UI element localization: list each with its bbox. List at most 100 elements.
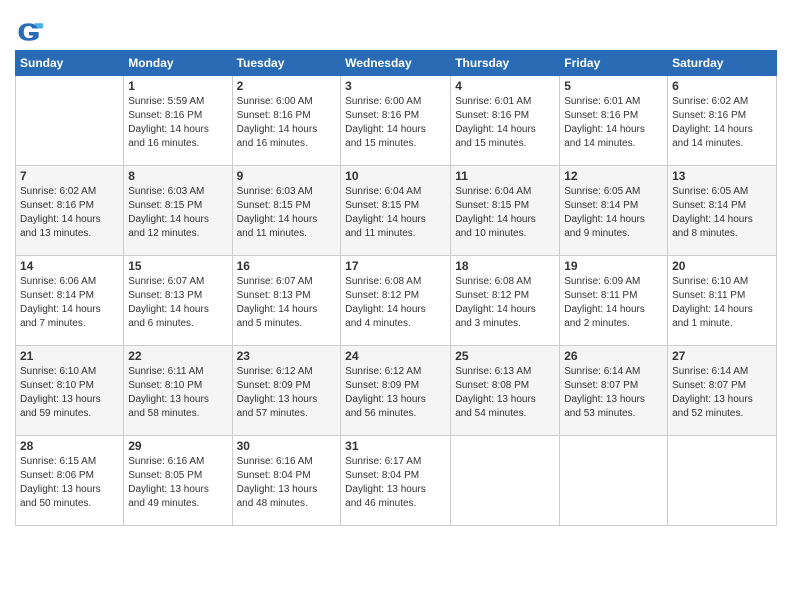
day-number: 15 [128,259,227,273]
calendar-cell: 2 Sunrise: 6:00 AM Sunset: 8:16 PM Daylig… [232,76,341,166]
day-info: Sunrise: 5:59 AM Sunset: 8:16 PM Dayligh… [128,95,227,151]
day-number: 9 [237,169,337,183]
day-number: 2 [237,79,337,93]
calendar-cell [16,76,124,166]
calendar-cell: 22 Sunrise: 6:11 AM Sunset: 8:10 PM Dayli… [124,346,232,436]
calendar-cell: 30 Sunrise: 6:16 AM Sunset: 8:04 PM Dayli… [232,436,341,526]
day-number: 14 [20,259,119,273]
calendar-cell: 20 Sunrise: 6:10 AM Sunset: 8:11 PM Dayli… [668,256,777,346]
calendar-cell [560,436,668,526]
day-number: 27 [672,349,772,363]
day-number: 17 [345,259,446,273]
weekday-header: Wednesday [341,51,451,76]
calendar-cell: 15 Sunrise: 6:07 AM Sunset: 8:13 PM Dayli… [124,256,232,346]
calendar-cell: 1 Sunrise: 5:59 AM Sunset: 8:16 PM Daylig… [124,76,232,166]
day-number: 18 [455,259,555,273]
day-info: Sunrise: 6:06 AM Sunset: 8:14 PM Dayligh… [20,275,119,331]
calendar-table: SundayMondayTuesdayWednesdayThursdayFrid… [15,50,777,526]
day-info: Sunrise: 6:08 AM Sunset: 8:12 PM Dayligh… [345,275,446,331]
calendar-cell: 28Sunrise: 6:15 AM Sunset: 8:06 PM Dayli… [16,436,124,526]
day-info: Sunrise: 6:07 AM Sunset: 8:13 PM Dayligh… [128,275,227,331]
calendar-week-row: 28Sunrise: 6:15 AM Sunset: 8:06 PM Dayli… [16,436,777,526]
day-number: 23 [237,349,337,363]
day-number: 4 [455,79,555,93]
logo-icon [15,18,43,46]
calendar-cell: 12 Sunrise: 6:05 AM Sunset: 8:14 PM Dayli… [560,166,668,256]
calendar-cell: 24 Sunrise: 6:12 AM Sunset: 8:09 PM Dayli… [341,346,451,436]
day-info: Sunrise: 6:04 AM Sunset: 8:15 PM Dayligh… [455,185,555,241]
day-info: Sunrise: 6:00 AM Sunset: 8:16 PM Dayligh… [345,95,446,151]
day-number: 5 [564,79,663,93]
page-header [15,10,777,46]
day-info: Sunrise: 6:14 AM Sunset: 8:07 PM Dayligh… [672,365,772,421]
day-number: 7 [20,169,119,183]
calendar-cell: 4 Sunrise: 6:01 AM Sunset: 8:16 PM Daylig… [451,76,560,166]
day-number: 1 [128,79,227,93]
calendar-cell: 16 Sunrise: 6:07 AM Sunset: 8:13 PM Dayli… [232,256,341,346]
calendar-week-row: 7 Sunrise: 6:02 AM Sunset: 8:16 PM Daylig… [16,166,777,256]
day-number: 25 [455,349,555,363]
calendar-week-row: 14 Sunrise: 6:06 AM Sunset: 8:14 PM Dayli… [16,256,777,346]
day-info: Sunrise: 6:13 AM Sunset: 8:08 PM Dayligh… [455,365,555,421]
calendar-cell [451,436,560,526]
day-info: Sunrise: 6:12 AM Sunset: 8:09 PM Dayligh… [345,365,446,421]
day-info: Sunrise: 6:04 AM Sunset: 8:15 PM Dayligh… [345,185,446,241]
day-number: 31 [345,439,446,453]
calendar-cell: 7 Sunrise: 6:02 AM Sunset: 8:16 PM Daylig… [16,166,124,256]
day-number: 29 [128,439,227,453]
day-info: Sunrise: 6:00 AM Sunset: 8:16 PM Dayligh… [237,95,337,151]
day-info: Sunrise: 6:16 AM Sunset: 8:04 PM Dayligh… [237,455,337,511]
calendar-cell: 14 Sunrise: 6:06 AM Sunset: 8:14 PM Dayli… [16,256,124,346]
calendar-cell: 25 Sunrise: 6:13 AM Sunset: 8:08 PM Dayli… [451,346,560,436]
day-number: 6 [672,79,772,93]
day-number: 26 [564,349,663,363]
day-number: 13 [672,169,772,183]
calendar-cell: 31 Sunrise: 6:17 AM Sunset: 8:04 PM Dayli… [341,436,451,526]
day-info: Sunrise: 6:15 AM Sunset: 8:06 PM Dayligh… [20,455,119,511]
calendar-cell: 9 Sunrise: 6:03 AM Sunset: 8:15 PM Daylig… [232,166,341,256]
day-info: Sunrise: 6:16 AM Sunset: 8:05 PM Dayligh… [128,455,227,511]
day-number: 24 [345,349,446,363]
day-info: Sunrise: 6:10 AM Sunset: 8:10 PM Dayligh… [20,365,119,421]
day-info: Sunrise: 6:07 AM Sunset: 8:13 PM Dayligh… [237,275,337,331]
day-number: 12 [564,169,663,183]
calendar-cell: 13 Sunrise: 6:05 AM Sunset: 8:14 PM Dayli… [668,166,777,256]
day-info: Sunrise: 6:05 AM Sunset: 8:14 PM Dayligh… [564,185,663,241]
calendar-cell: 6 Sunrise: 6:02 AM Sunset: 8:16 PM Daylig… [668,76,777,166]
day-number: 30 [237,439,337,453]
day-number: 22 [128,349,227,363]
weekday-header: Sunday [16,51,124,76]
day-info: Sunrise: 6:11 AM Sunset: 8:10 PM Dayligh… [128,365,227,421]
day-info: Sunrise: 6:01 AM Sunset: 8:16 PM Dayligh… [455,95,555,151]
day-number: 19 [564,259,663,273]
weekday-header: Monday [124,51,232,76]
calendar-cell: 11 Sunrise: 6:04 AM Sunset: 8:15 PM Dayli… [451,166,560,256]
calendar-header-row: SundayMondayTuesdayWednesdayThursdayFrid… [16,51,777,76]
day-info: Sunrise: 6:14 AM Sunset: 8:07 PM Dayligh… [564,365,663,421]
day-info: Sunrise: 6:02 AM Sunset: 8:16 PM Dayligh… [672,95,772,151]
calendar-cell: 3 Sunrise: 6:00 AM Sunset: 8:16 PM Daylig… [341,76,451,166]
weekday-header: Friday [560,51,668,76]
logo [15,18,47,46]
day-info: Sunrise: 6:09 AM Sunset: 8:11 PM Dayligh… [564,275,663,331]
day-number: 3 [345,79,446,93]
calendar-cell: 5 Sunrise: 6:01 AM Sunset: 8:16 PM Daylig… [560,76,668,166]
day-number: 10 [345,169,446,183]
calendar-cell: 23Sunrise: 6:12 AM Sunset: 8:09 PM Dayli… [232,346,341,436]
day-info: Sunrise: 6:17 AM Sunset: 8:04 PM Dayligh… [345,455,446,511]
day-info: Sunrise: 6:02 AM Sunset: 8:16 PM Dayligh… [20,185,119,241]
day-number: 21 [20,349,119,363]
calendar-cell: 18 Sunrise: 6:08 AM Sunset: 8:12 PM Dayli… [451,256,560,346]
day-info: Sunrise: 6:10 AM Sunset: 8:11 PM Dayligh… [672,275,772,331]
day-info: Sunrise: 6:05 AM Sunset: 8:14 PM Dayligh… [672,185,772,241]
day-info: Sunrise: 6:01 AM Sunset: 8:16 PM Dayligh… [564,95,663,151]
day-number: 16 [237,259,337,273]
day-info: Sunrise: 6:03 AM Sunset: 8:15 PM Dayligh… [237,185,337,241]
weekday-header: Saturday [668,51,777,76]
day-number: 20 [672,259,772,273]
day-info: Sunrise: 6:08 AM Sunset: 8:12 PM Dayligh… [455,275,555,331]
calendar-week-row: 21 Sunrise: 6:10 AM Sunset: 8:10 PM Dayli… [16,346,777,436]
day-number: 8 [128,169,227,183]
calendar-cell: 17 Sunrise: 6:08 AM Sunset: 8:12 PM Dayli… [341,256,451,346]
day-number: 11 [455,169,555,183]
